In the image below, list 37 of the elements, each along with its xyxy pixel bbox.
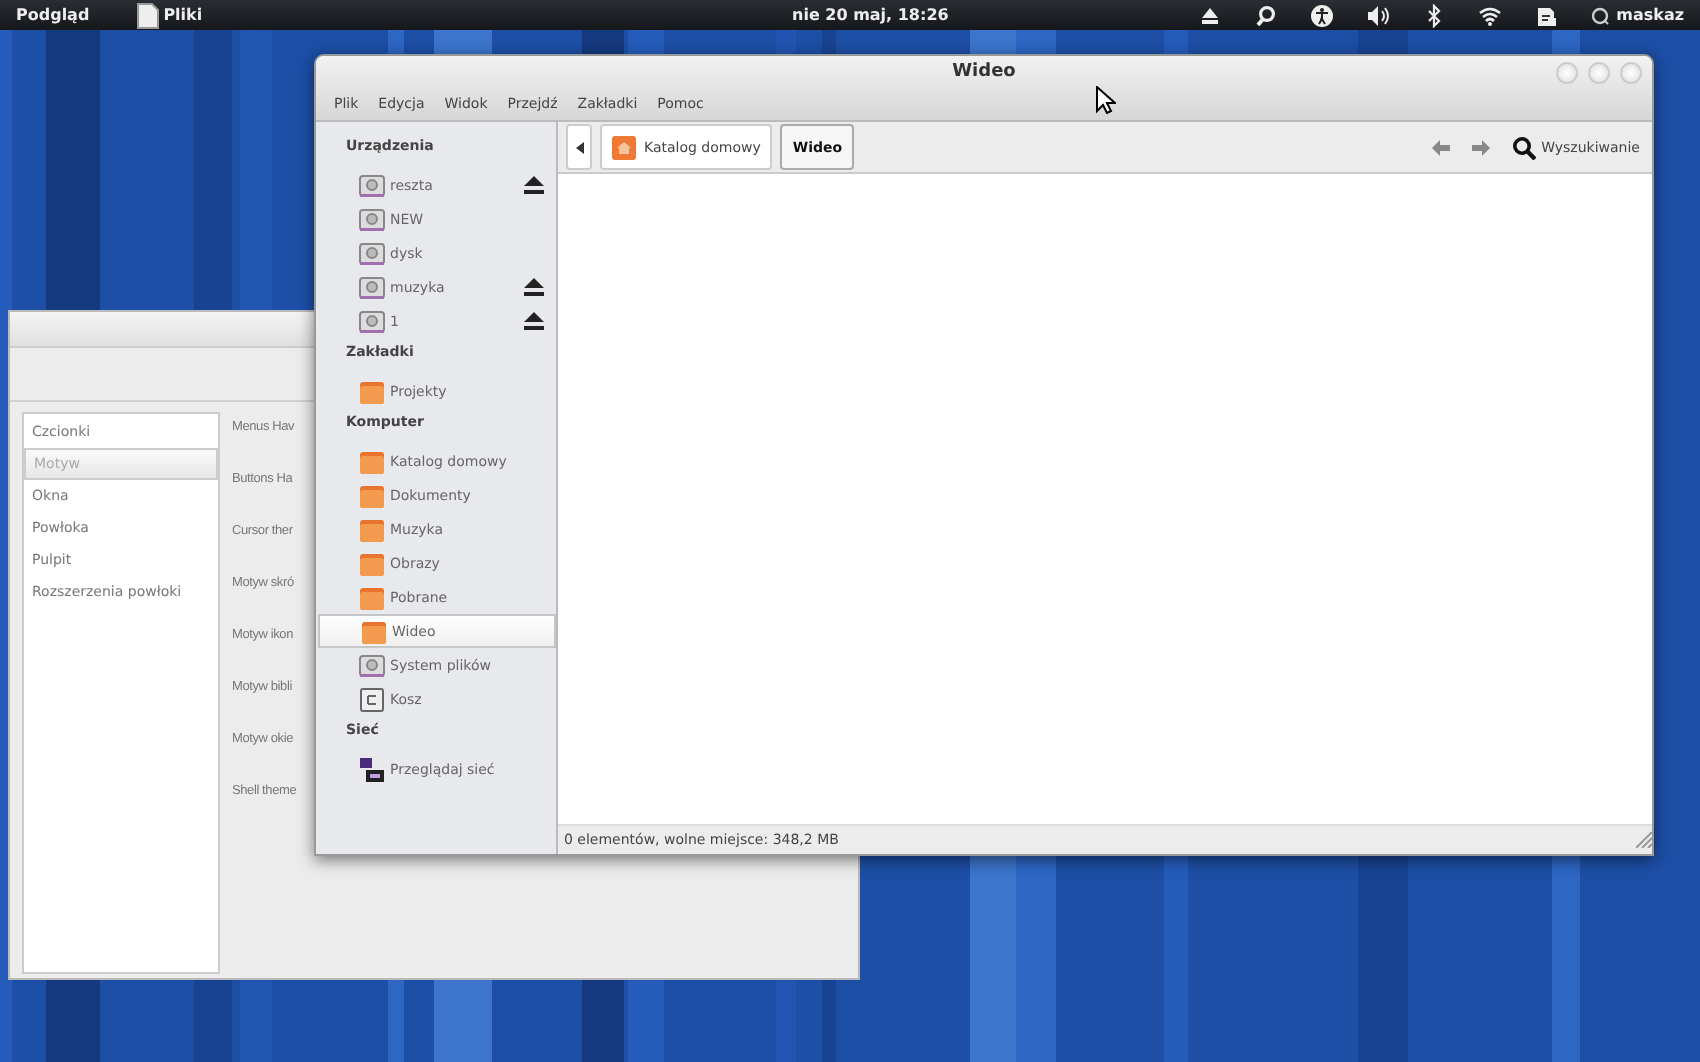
trash-icon — [358, 685, 386, 713]
mouse-pointer-icon — [1096, 86, 1116, 114]
back-arrow-icon[interactable] — [1431, 139, 1450, 155]
folder-icon — [358, 377, 386, 405]
resize-grip-icon[interactable] — [1636, 832, 1652, 848]
folder-icon — [358, 447, 386, 475]
drive-icon — [358, 651, 386, 679]
drive-icon — [358, 307, 386, 335]
drive-icon — [358, 171, 386, 199]
clipboard-icon[interactable] — [1534, 3, 1559, 27]
search-icon[interactable] — [1254, 3, 1279, 27]
activities-button[interactable]: Podgląd — [16, 6, 90, 24]
forward-arrow-icon[interactable] — [1471, 139, 1490, 155]
folder-icon — [358, 583, 386, 611]
search-icon — [1511, 135, 1536, 159]
folder-icon — [360, 617, 388, 645]
drive-icon — [358, 239, 386, 267]
user-menu[interactable]: maskaz — [1616, 6, 1684, 24]
eject-icon[interactable] — [1198, 3, 1223, 27]
wifi-icon[interactable] — [1478, 3, 1503, 27]
volume-icon[interactable] — [1366, 3, 1391, 27]
path-scroll-button[interactable] — [566, 124, 592, 170]
home-folder-icon — [612, 135, 636, 159]
folder-icon — [358, 481, 386, 509]
folder-icon — [358, 515, 386, 543]
drive-icon — [358, 273, 386, 301]
drive-icon — [358, 205, 386, 233]
app-menu[interactable]: Pliki — [163, 6, 203, 24]
eject-icon[interactable] — [524, 176, 544, 194]
window-title: Wideo — [952, 62, 1016, 82]
network-icon — [358, 755, 386, 783]
eject-icon[interactable] — [524, 312, 544, 330]
accessibility-icon[interactable] — [1310, 3, 1335, 27]
eject-icon[interactable] — [524, 278, 544, 296]
folder-icon — [358, 549, 386, 577]
clock[interactable]: nie 20 maj, 18:26 — [792, 6, 949, 24]
file-icon — [133, 1, 162, 29]
